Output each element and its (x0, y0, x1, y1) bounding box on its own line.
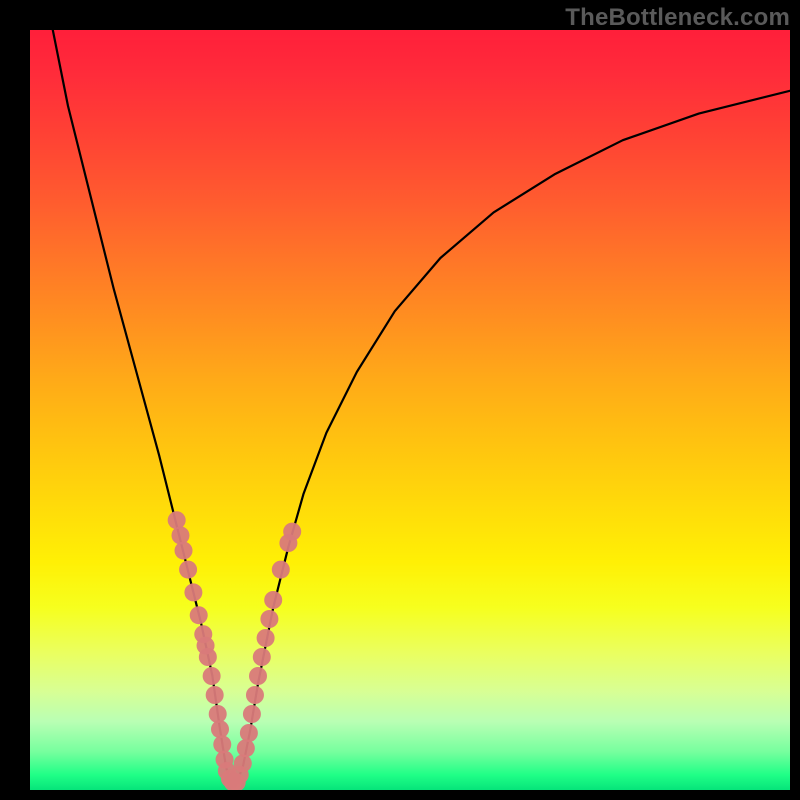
data-point (234, 754, 252, 772)
data-point (249, 667, 267, 685)
data-point (211, 720, 229, 738)
data-point (206, 686, 224, 704)
data-point (246, 686, 264, 704)
data-point (272, 561, 290, 579)
data-point (243, 705, 261, 723)
data-point (179, 561, 197, 579)
data-point (190, 606, 208, 624)
data-point (171, 526, 189, 544)
watermark-text: TheBottleneck.com (565, 4, 790, 32)
data-point (213, 735, 231, 753)
scatter-points (168, 511, 302, 790)
data-point (260, 610, 278, 628)
data-point (184, 583, 202, 601)
data-point (199, 648, 217, 666)
data-point (264, 591, 282, 609)
chart-svg (30, 30, 790, 790)
data-point (283, 523, 301, 541)
data-point (257, 629, 275, 647)
data-point (168, 511, 186, 529)
data-point (209, 705, 227, 723)
data-point (203, 667, 221, 685)
chart-frame: TheBottleneck.com (0, 0, 800, 800)
data-point (253, 648, 271, 666)
data-point (175, 542, 193, 560)
data-point (240, 724, 258, 742)
plot-area (30, 30, 790, 790)
data-point (237, 739, 255, 757)
bottleneck-curve (53, 30, 790, 786)
